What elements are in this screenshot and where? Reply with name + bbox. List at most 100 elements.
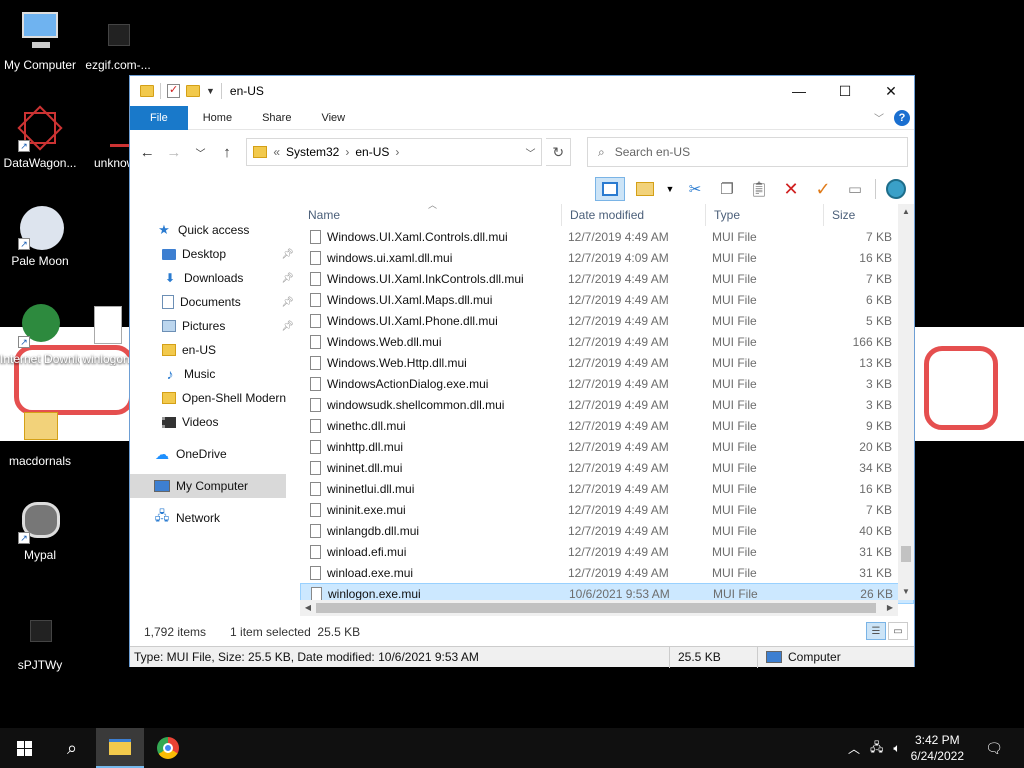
breadcrumb-en-us[interactable]: en-US	[355, 145, 389, 159]
close-button[interactable]: ✕	[868, 76, 914, 106]
file-row[interactable]: winload.exe.mui 12/7/2019 4:49 AM MUI File…	[300, 562, 914, 583]
preview-pane-button[interactable]	[595, 177, 625, 201]
show-hidden-icons-icon[interactable]: ︿	[848, 740, 860, 757]
ribbon-tabs: File Home Share View ﹀ ?	[130, 105, 914, 130]
file-row[interactable]: Windows.UI.Xaml.InkControls.dll.mui 12/7/…	[300, 268, 914, 289]
nav-item-videos[interactable]: Videos	[130, 410, 300, 434]
cut-icon[interactable]: ✂	[683, 177, 707, 201]
column-type[interactable]: Type	[706, 204, 824, 226]
nav-item-open-shell-modern[interactable]: Open-Shell Modern	[130, 386, 300, 410]
maximize-button[interactable]: ☐	[822, 76, 868, 106]
nav-item-downloads[interactable]: ⬇ Downloads 📌︎	[130, 266, 300, 290]
address-overflow[interactable]: «	[273, 145, 280, 159]
minimize-button[interactable]: —	[776, 76, 822, 106]
new-folder-button[interactable]	[633, 177, 657, 201]
customize-qat-dropdown-icon[interactable]: ▼	[206, 86, 215, 96]
desktop-icon-mypal[interactable]: ↗ Mypal	[0, 500, 80, 562]
file-row[interactable]: Windows.UI.Xaml.Maps.dll.mui 12/7/2019 4:…	[300, 289, 914, 310]
search-button[interactable]: ⌕	[48, 728, 96, 768]
file-row[interactable]: winload.efi.mui 12/7/2019 4:49 AM MUI File…	[300, 541, 914, 562]
desktop-icon-datawagon[interactable]: ↗ DataWagon...	[0, 105, 80, 170]
forward-button[interactable]: →	[163, 140, 186, 164]
desktop-icon-macdornals[interactable]: macdornals	[0, 406, 80, 468]
file-row[interactable]: winethc.dll.mui 12/7/2019 4:49 AM MUI File…	[300, 415, 914, 436]
scroll-down-icon[interactable]: ▼	[898, 584, 914, 600]
music-icon: ♪	[166, 366, 174, 382]
vertical-scrollbar[interactable]: ▲ ▼	[898, 204, 914, 600]
notification-center-icon[interactable]: 🗨︎	[974, 728, 1014, 768]
nav-item-music[interactable]: ♪ Music	[130, 362, 300, 386]
file-row[interactable]: wininet.dll.mui 12/7/2019 4:49 AM MUI File…	[300, 457, 914, 478]
nav-item-quick-access[interactable]: ★ Quick access	[130, 218, 300, 242]
details-view-icon[interactable]: ☰	[866, 622, 886, 640]
search-box[interactable]: ⌕ Search en-US	[586, 137, 909, 167]
paste-icon[interactable]: 📋︎	[747, 177, 771, 201]
address-bar[interactable]: « System32 › en-US › ﹀	[246, 138, 543, 166]
network-tray-icon[interactable]: 🖧︎	[870, 738, 883, 759]
nav-item-network[interactable]: 🖧︎ Network	[130, 506, 300, 530]
file-row[interactable]: WindowsActionDialog.exe.mui 12/7/2019 4:4…	[300, 373, 914, 394]
wallpaper-scribble	[924, 346, 998, 430]
volume-icon[interactable]: 🔈︎	[893, 741, 900, 756]
back-button[interactable]: ←	[136, 140, 159, 164]
file-row[interactable]: winlangdb.dll.mui 12/7/2019 4:49 AM MUI Fi…	[300, 520, 914, 541]
search-input[interactable]: Search en-US	[615, 145, 690, 159]
desktop-icon-my-computer[interactable]: My Computer	[0, 10, 80, 72]
delete-icon[interactable]: ✕	[779, 177, 803, 201]
address-dropdown-icon[interactable]: ﹀	[525, 145, 535, 160]
desktop-icon-pale-moon[interactable]: ↗ Pale Moon	[0, 206, 80, 268]
new-folder-icon[interactable]	[186, 85, 200, 97]
nav-item-onedrive[interactable]: ☁ OneDrive	[130, 442, 300, 466]
file-row[interactable]: windows.ui.xaml.dll.mui 12/7/2019 4:09 AM…	[300, 247, 914, 268]
rename-check-icon[interactable]: ✓	[811, 177, 835, 201]
tab-file[interactable]: File	[130, 105, 188, 130]
horizontal-scrollbar[interactable]: ◀ ▶	[300, 600, 898, 616]
recent-locations-dropdown[interactable]: ﹀	[189, 140, 212, 164]
refresh-button[interactable]: ↻	[546, 138, 571, 166]
nav-item-en-us[interactable]: en-US	[130, 338, 300, 362]
column-date-modified[interactable]: Date modified	[562, 204, 706, 226]
file-row[interactable]: wininetlui.dll.mui 12/7/2019 4:49 AM MUI F…	[300, 478, 914, 499]
up-button[interactable]: ↑	[216, 140, 239, 164]
globe-icon[interactable]	[884, 177, 908, 201]
scroll-thumb[interactable]	[316, 603, 876, 613]
desktop-icon-ezgif[interactable]: ezgif.com-...	[78, 10, 158, 72]
scroll-thumb[interactable]	[901, 546, 911, 562]
taskbar-chrome[interactable]	[144, 728, 192, 768]
nav-item-documents[interactable]: Documents 📌︎	[130, 290, 300, 314]
scroll-right-icon[interactable]: ▶	[882, 600, 898, 616]
nav-item-my-computer[interactable]: My Computer	[130, 474, 286, 498]
tab-share[interactable]: Share	[247, 106, 306, 130]
scroll-left-icon[interactable]: ◀	[300, 600, 316, 616]
new-item-dropdown-icon[interactable]: ▼	[665, 177, 675, 201]
folder-icon	[253, 146, 268, 158]
help-icon[interactable]: ?	[894, 109, 910, 126]
file-row[interactable]: Windows.Web.Http.dll.mui 12/7/2019 4:49 A…	[300, 352, 914, 373]
file-row[interactable]: windowsudk.shellcommon.dll.mui 12/7/2019 …	[300, 394, 914, 415]
nav-item-pictures[interactable]: Pictures 📌︎	[130, 314, 300, 338]
column-size[interactable]: Size	[824, 204, 894, 226]
chevron-right-icon[interactable]: ›	[395, 145, 399, 159]
start-button[interactable]	[0, 728, 48, 768]
file-row[interactable]: Windows.Web.dll.mui 12/7/2019 4:49 AM MUI …	[300, 331, 914, 352]
file-row[interactable]: wininit.exe.mui 12/7/2019 4:49 AM MUI File…	[300, 499, 914, 520]
scroll-up-icon[interactable]: ▲	[898, 204, 914, 220]
file-type-cell: MUI File	[712, 376, 757, 391]
properties-icon[interactable]	[167, 83, 180, 98]
expand-ribbon-icon[interactable]: ﹀	[874, 110, 884, 125]
tab-home[interactable]: Home	[188, 106, 247, 130]
copy-icon[interactable]: ❐	[715, 177, 739, 201]
title-bar: ▼ en-US — ☐ ✕	[130, 76, 914, 106]
large-icons-view-icon[interactable]: ▭	[888, 622, 908, 640]
desktop-icon-spjtwy[interactable]: sPJTWy	[0, 610, 80, 672]
file-row[interactable]: winhttp.dll.mui 12/7/2019 4:49 AM MUI File…	[300, 436, 914, 457]
breadcrumb-system32[interactable]: System32	[286, 145, 339, 159]
tab-view[interactable]: View	[306, 106, 360, 130]
clock[interactable]: 3:42 PM 6/24/2022	[911, 732, 964, 764]
properties-icon[interactable]: ▭	[843, 177, 867, 201]
chevron-right-icon[interactable]: ›	[345, 145, 349, 159]
file-row[interactable]: Windows.UI.Xaml.Controls.dll.mui 12/7/201…	[300, 226, 914, 247]
nav-item-desktop[interactable]: Desktop 📌︎	[130, 242, 300, 266]
file-row[interactable]: Windows.UI.Xaml.Phone.dll.mui 12/7/2019 4…	[300, 310, 914, 331]
taskbar-file-explorer[interactable]	[96, 728, 144, 768]
